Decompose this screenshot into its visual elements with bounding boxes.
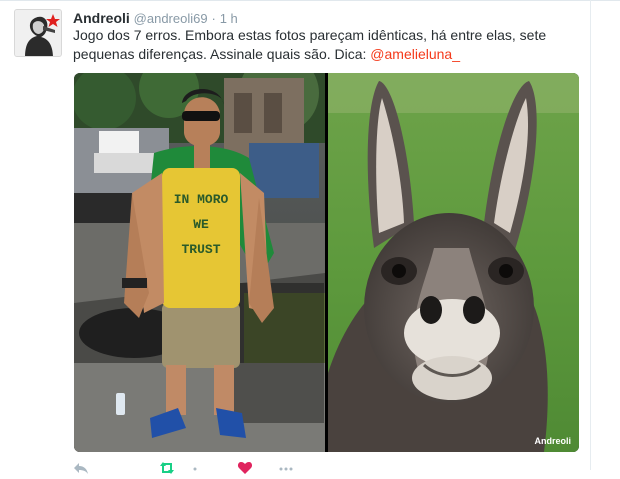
tweet-actions xyxy=(73,461,373,474)
like-button[interactable] xyxy=(237,461,253,479)
photo-divider xyxy=(325,73,328,452)
like-icon xyxy=(237,462,253,474)
author-name[interactable]: Andreoli xyxy=(73,10,130,26)
tweet-body: Jogo dos 7 erros. Embora estas fotos par… xyxy=(73,27,547,62)
retweet-icon xyxy=(160,462,174,474)
shirt-line-1: IN MORO xyxy=(174,192,229,207)
tweet-text: Jogo dos 7 erros. Embora estas fotos par… xyxy=(73,26,578,64)
shirt-line-3: TRUST xyxy=(181,242,220,257)
action-dot xyxy=(193,461,197,479)
reply-icon xyxy=(74,463,88,474)
left-photo: IN MORO WE TRUST xyxy=(74,73,325,452)
tweet-timestamp[interactable]: 1 h xyxy=(220,11,238,26)
retweet-button[interactable] xyxy=(158,461,176,479)
timeline-divider xyxy=(0,0,620,1)
avatar[interactable] xyxy=(14,9,62,57)
reply-button[interactable] xyxy=(73,461,89,479)
right-photo: Andreoli xyxy=(328,73,579,452)
shirt-line-2: WE xyxy=(193,217,209,232)
photo-watermark: Andreoli xyxy=(534,436,571,446)
more-button[interactable] xyxy=(278,461,294,479)
more-icon xyxy=(279,467,293,471)
author-handle[interactable]: @andreoli69 xyxy=(134,11,208,26)
mention-link[interactable]: @amelieluna_ xyxy=(370,46,460,62)
header-separator: · xyxy=(211,11,216,26)
avatar-image xyxy=(15,10,61,56)
timeline-border xyxy=(590,0,591,470)
tweet-media[interactable]: IN MORO WE TRUST Andreoli xyxy=(74,73,579,452)
